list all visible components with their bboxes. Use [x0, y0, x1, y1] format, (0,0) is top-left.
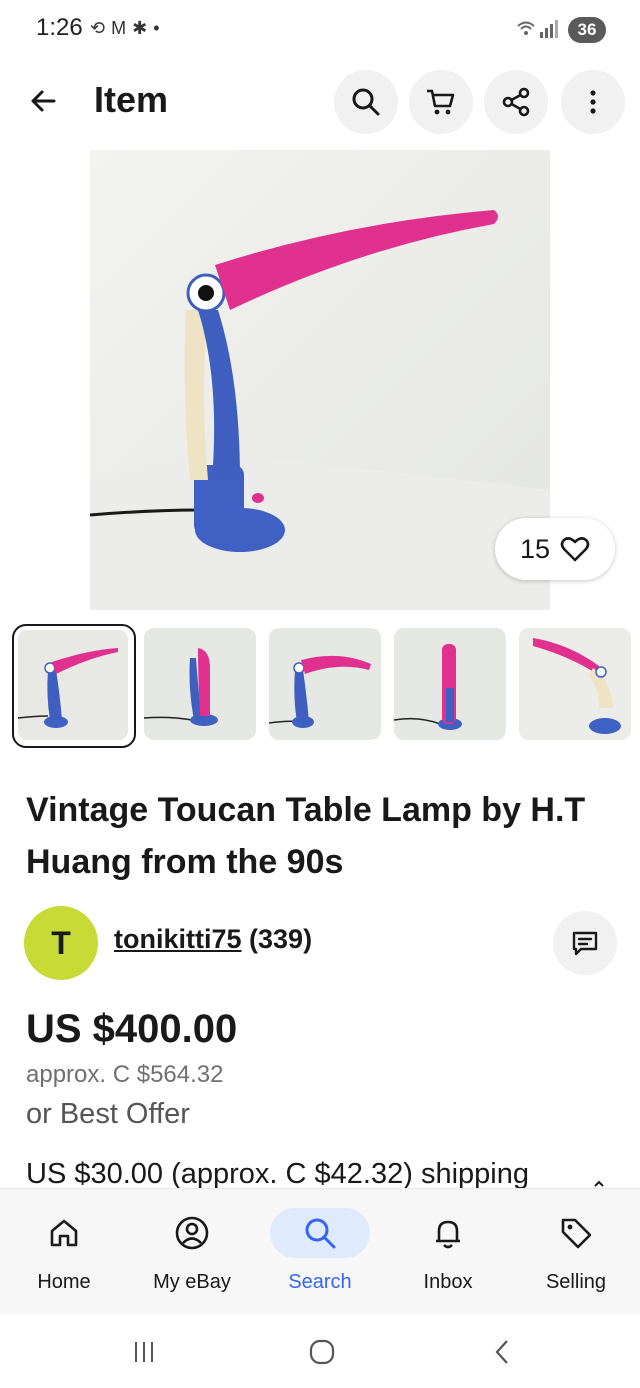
nav-search-label: Search	[288, 1271, 352, 1293]
nav-inbox[interactable]: Inbox	[384, 1189, 512, 1315]
item-price: US $400.00	[26, 1007, 238, 1051]
back-button[interactable]	[20, 78, 66, 124]
app-header: Item	[0, 62, 640, 138]
battery-badge: 36	[568, 17, 606, 43]
nav-my-ebay[interactable]: My eBay	[128, 1189, 256, 1315]
sync-icon: ⟲	[90, 18, 106, 38]
seller-name-link[interactable]: tonikitti75	[114, 924, 242, 954]
bug-icon: ✱	[132, 18, 148, 38]
nav-home-label: Home	[37, 1271, 91, 1293]
home-icon	[50, 1219, 78, 1247]
search-button[interactable]	[334, 70, 398, 134]
status-bar: 1:26 ⟲ M ✱ • 36	[0, 0, 640, 62]
share-button[interactable]	[484, 70, 548, 134]
thumbnail-3[interactable]	[269, 628, 381, 740]
search-icon	[352, 88, 380, 116]
chevron-left-icon	[495, 1340, 508, 1364]
watch-count: 15	[519, 533, 551, 564]
back-system-button[interactable]	[482, 1336, 522, 1368]
nav-selling[interactable]: Selling	[512, 1189, 640, 1315]
thumbnail-4[interactable]	[394, 628, 506, 740]
gmail-icon: M	[111, 18, 127, 38]
seller-feedback-count: (339)	[249, 924, 313, 954]
message-icon	[572, 931, 598, 956]
user-icon	[175, 1216, 209, 1250]
bell-icon	[436, 1220, 460, 1249]
nav-selling-label: Selling	[545, 1271, 607, 1293]
heart-icon	[560, 537, 590, 562]
wifi-signal-icon	[516, 18, 560, 43]
status-time: 1:26	[36, 14, 83, 41]
watchlist-button[interactable]: 15	[495, 518, 615, 580]
shipping-cost[interactable]: US $30.00 (approx. C $42.32) shipping	[26, 1158, 529, 1191]
nav-search[interactable]: Search	[256, 1189, 384, 1315]
arrow-left-icon	[31, 90, 56, 112]
nav-home[interactable]: Home	[0, 1189, 128, 1315]
nav-my-ebay-label: My eBay	[153, 1271, 231, 1293]
cart-icon	[427, 89, 455, 115]
share-icon	[502, 87, 530, 117]
thumbnail-strip	[12, 624, 640, 748]
nav-inbox-label: Inbox	[423, 1271, 473, 1293]
thumbnail-2[interactable]	[144, 628, 256, 740]
page-title: Item	[94, 79, 169, 120]
more-vertical-icon	[590, 90, 596, 114]
product-image[interactable]	[90, 150, 550, 610]
seller-info[interactable]: tonikitti75 (339)	[114, 924, 312, 955]
home-system-button[interactable]	[302, 1336, 342, 1368]
search-icon	[305, 1218, 336, 1249]
cart-button[interactable]	[409, 70, 473, 134]
price-approx: approx. C $564.32	[26, 1061, 224, 1088]
notification-icons: ⟲ M ✱ •	[90, 16, 160, 40]
contact-seller-button[interactable]	[553, 911, 617, 975]
status-right: 36	[516, 17, 606, 43]
home-circle-icon	[309, 1339, 335, 1365]
best-offer-label: or Best Offer	[26, 1098, 190, 1130]
dot-icon: •	[153, 18, 160, 38]
recent-apps-button[interactable]	[124, 1336, 164, 1368]
item-title: Vintage Toucan Table Lamp by H.T Huang f…	[26, 791, 586, 881]
thumbnail-5[interactable]	[519, 628, 631, 740]
more-options-button[interactable]	[561, 70, 625, 134]
seller-avatar[interactable]: T	[24, 906, 98, 980]
system-nav-bar	[0, 1314, 640, 1388]
bottom-nav: Home My eBay Search Inbox Selling	[0, 1188, 640, 1314]
tag-icon	[561, 1218, 592, 1249]
thumbnail-1[interactable]	[12, 624, 136, 748]
recents-icon	[135, 1342, 153, 1362]
